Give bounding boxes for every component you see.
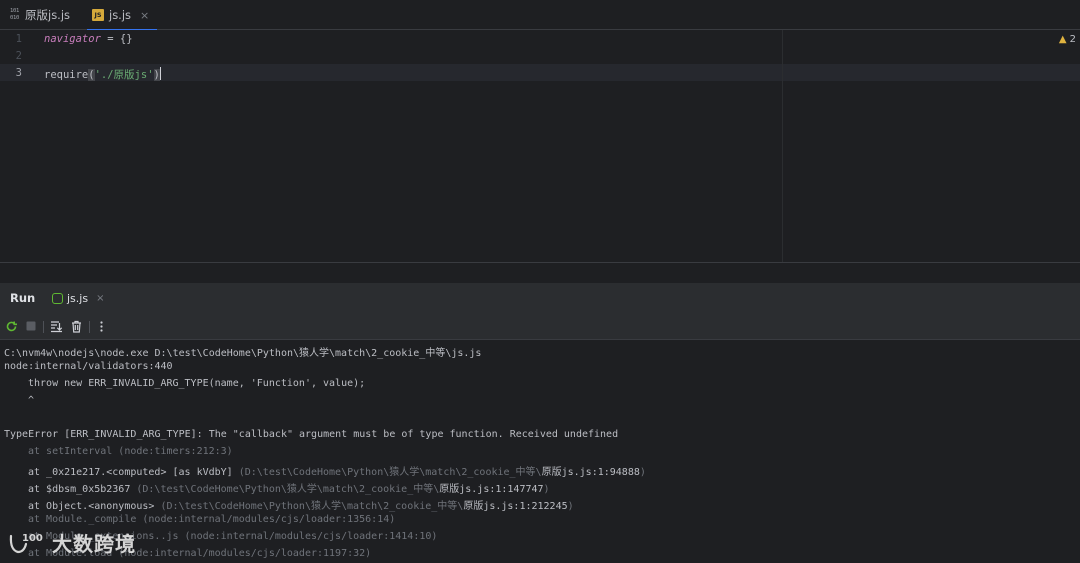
console-line: throw new ERR_INVALID_ARG_TYPE(name, 'Fu…	[28, 378, 366, 389]
svg-text:100: 100	[22, 533, 43, 544]
file-link[interactable]: 原版js.js:1:212245	[463, 501, 567, 512]
code-line-1: navigator = {}	[44, 33, 133, 45]
code-text: = {}	[100, 33, 133, 45]
binary-file-icon: 101 010	[10, 8, 20, 21]
run-toolbar	[0, 313, 1080, 340]
run-panel-header: Run js.js ×	[0, 283, 1080, 313]
more-icon[interactable]	[94, 319, 108, 333]
line-number: 3	[15, 67, 22, 79]
line-number-gutter: 1 2 3	[0, 30, 36, 262]
run-panel-title: Run	[10, 291, 36, 305]
close-icon[interactable]: ×	[96, 293, 104, 304]
watermark-text: 大数跨境	[52, 532, 136, 556]
line-number: 1	[15, 33, 22, 45]
stop-icon[interactable]	[24, 319, 38, 333]
console-line: C:\nvm4w\nodejs\node.exe D:\test\CodeHom…	[4, 348, 482, 359]
identifier: navigator	[44, 33, 101, 45]
nodejs-icon	[52, 292, 63, 304]
scroll-to-end-icon[interactable]	[49, 319, 63, 333]
stack-frame: at setInterval (node:timers:212:3)	[28, 446, 233, 457]
inspection-widget[interactable]: ▲ 2	[1059, 34, 1076, 45]
stack-frame: at Object.<anonymous> (D:\test\CodeHome\…	[28, 501, 574, 512]
error-message: TypeError [ERR_INVALID_ARG_TYPE]: The "c…	[4, 429, 619, 440]
tab-label: 原版js.js	[25, 8, 71, 22]
tab-label: js.js	[109, 8, 132, 22]
current-line-highlight	[0, 64, 1080, 81]
watermark-logo-icon: 100	[9, 533, 43, 553]
js-file-icon: JS	[92, 9, 104, 21]
console-line: node:internal/validators:440	[4, 361, 173, 372]
code-editor[interactable]: 1 2 3 navigator = {} require('./原版js') ▲…	[0, 30, 1080, 263]
tab-original-js[interactable]: 101 010 原版js.js	[10, 0, 70, 30]
run-tab-js-js[interactable]: js.js ×	[52, 283, 104, 313]
tab-js-js[interactable]: JS js.js ×	[86, 0, 158, 31]
function-name: require	[44, 69, 89, 81]
stack-frame: at $dbsm_0x5b2367 (D:\test\CodeHome\Pyth…	[28, 484, 550, 495]
toolbar-divider	[43, 321, 44, 333]
watermark: 100 大数跨境	[8, 528, 136, 557]
clear-icon[interactable]	[69, 319, 83, 333]
warning-count: 2	[1069, 34, 1076, 45]
stack-frame: at Module._compile (node:internal/module…	[28, 514, 396, 525]
file-link[interactable]: 原版js.js:1:147747	[439, 484, 543, 495]
run-tab-label: js.js	[67, 291, 89, 305]
stack-frame: at _0x21e217.<computed> [as kVdbY] (D:\t…	[28, 467, 646, 478]
file-link[interactable]: 原版js.js:1:94888	[542, 467, 640, 478]
toolbar-divider	[89, 321, 90, 333]
string-literal: './原版js'	[94, 69, 154, 81]
panel-splitter[interactable]	[0, 263, 1080, 283]
right-margin-guide	[782, 30, 783, 262]
close-icon[interactable]: ×	[140, 9, 149, 22]
warning-icon: ▲	[1058, 34, 1067, 45]
rerun-icon[interactable]	[4, 319, 18, 333]
editor-tab-bar: 101 010 原版js.js JS js.js ×	[0, 0, 1080, 31]
text-caret	[159, 67, 161, 80]
console-output[interactable]: C:\nvm4w\nodejs\node.exe D:\test\CodeHom…	[0, 340, 1080, 563]
line-number: 2	[15, 50, 22, 62]
console-line: ^	[28, 395, 35, 406]
code-line-3: require('./原版js')	[44, 67, 161, 82]
